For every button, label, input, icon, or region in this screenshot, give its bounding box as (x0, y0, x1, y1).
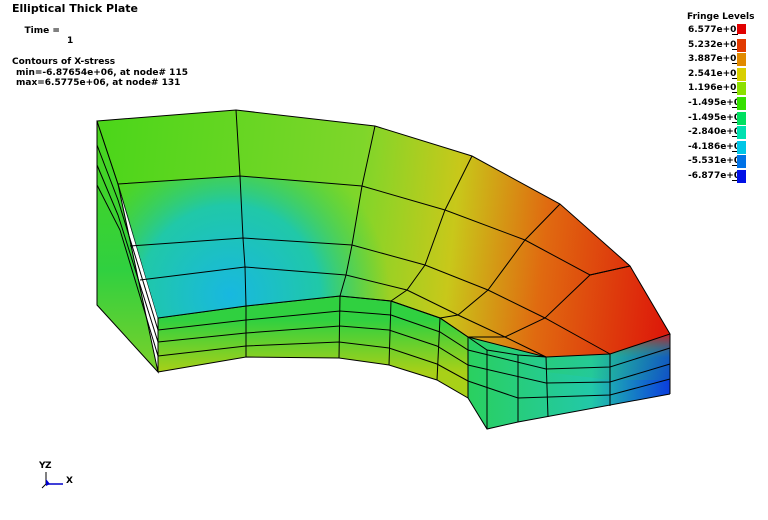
legend-color-swatch (737, 24, 746, 34)
legend-color-swatch (737, 53, 746, 67)
legend-color-swatch (737, 38, 746, 52)
legend-color-swatch (737, 97, 746, 110)
legend-color-swatch (737, 67, 746, 81)
model-viewport[interactable] (0, 0, 768, 520)
legend-color-swatch (737, 170, 746, 183)
axis-triad: Y Z X (36, 461, 86, 498)
legend-color-swatch (737, 82, 746, 96)
axis-z-label: Z (45, 461, 52, 471)
legend-color-swatch (737, 111, 746, 125)
axis-x-label: X (66, 476, 73, 486)
legend-color-swatch (737, 155, 746, 169)
legend-title: Fringe Levels (687, 12, 755, 22)
legend-color-swatch (737, 140, 746, 154)
legend-color-swatch (737, 126, 746, 140)
legend-tick (732, 34, 738, 35)
